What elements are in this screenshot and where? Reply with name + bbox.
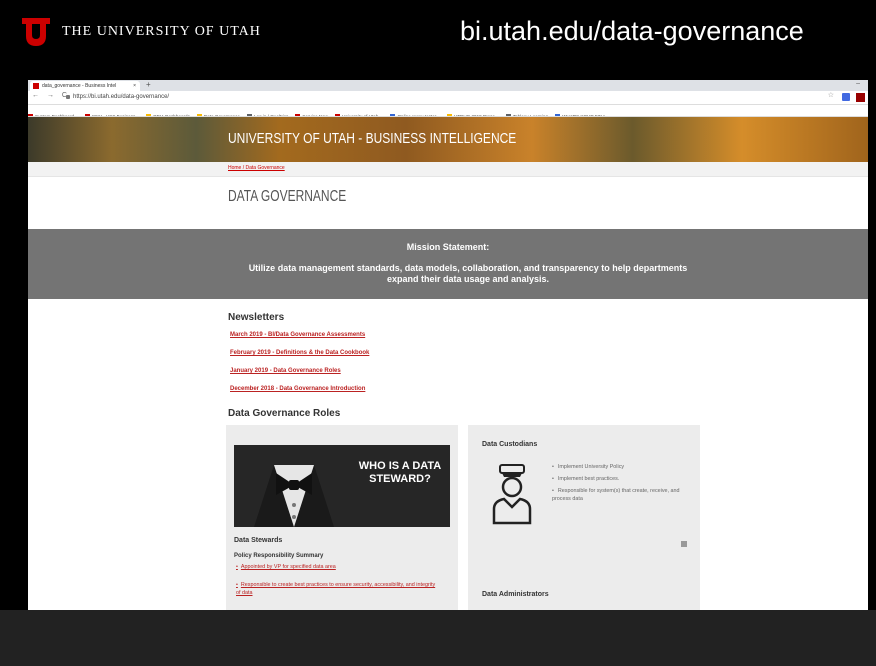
minimize-icon[interactable]: – [856,80,860,87]
custodian-bullet: Responsible for system(s) that create, r… [552,487,692,503]
newsletters-heading: Newsletters [228,312,285,323]
policy-heading: Policy Responsibility Summary [234,553,324,559]
stewards-heading: Data Stewards [234,537,283,544]
custodians-heading: Data Custodians [482,441,538,448]
browser-screenshot: data_governance - Business Intel × + – ←… [28,80,868,610]
steward-image-text: WHO IS A DATA STEWARD? [358,460,442,485]
custodian-bullet: Implement best practices. [552,475,692,483]
banner-title[interactable]: UNIVERSITY OF UTAH - BUSINESS INTELLIGEN… [228,130,516,147]
bookmark-star-icon[interactable]: ☆ [828,91,834,99]
slide-header: THE UNIVERSITY OF UTAH bi.utah.edu/data-… [0,0,876,70]
tab-bar: data_governance - Business Intel × + – [28,80,868,91]
administrators-heading: Data Administrators [482,591,549,598]
nav-buttons[interactable]: ← → C [32,92,70,99]
tab-title: data_governance - Business Intel [42,83,117,89]
url-input[interactable]: https://bi.utah.edu/data-governance/ [73,92,169,103]
breadcrumb-bar: Home / Data Governance [28,162,868,177]
university-logo-icon [22,18,50,46]
slide-url-title: bi.utah.edu/data-governance [460,16,804,46]
favicon-icon [33,83,39,89]
newsletter-link[interactable]: February 2019 - Definitions & the Data C… [230,350,369,356]
browser-tab[interactable]: data_governance - Business Intel × [30,81,140,91]
steward-resp-text[interactable]: Appointed by VP for specified data area [241,564,336,570]
custodian-bullet: Implement University Policy [552,463,692,471]
mission-heading: Mission Statement: [406,242,490,252]
breadcrumb[interactable]: Home / Data Governance [228,165,285,171]
data-custodians-card: Data Custodians Implement University Pol… [468,425,700,610]
newsletter-link[interactable]: January 2019 - Data Governance Roles [230,368,341,374]
scroll-handle[interactable] [681,541,687,547]
steward-resp-link[interactable]: • Appointed by VP for specified data area [236,563,436,571]
page-title: DATA GOVERNANCE [228,188,347,205]
steward-resp-link[interactable]: • Responsible to create best practices to… [236,581,436,597]
extension-icon[interactable] [842,93,850,101]
close-tab-icon[interactable]: × [133,81,136,91]
mission-text: Utilize data management standards, data … [248,263,688,284]
mission-statement: Mission Statement: Utilize data manageme… [28,229,868,299]
custodian-icon [492,464,532,525]
steward-image: WHO IS A DATA STEWARD? [234,445,450,527]
new-tab-button[interactable]: + [146,80,151,90]
steward-resp-text[interactable]: Responsible to create best practices to … [236,582,435,596]
site-banner: UNIVERSITY OF UTAH - BUSINESS INTELLIGEN… [28,117,868,162]
lock-icon [66,95,70,99]
roles-heading: Data Governance Roles [228,408,341,419]
bookmarks-bar: System Dashboard... WIKI - USS Business..… [28,105,868,117]
newsletter-link[interactable]: March 2019 - BI/Data Governance Assessme… [230,332,365,338]
slide-footer-band [0,610,876,666]
university-name: THE UNIVERSITY OF UTAH [62,24,261,39]
newsletter-link[interactable]: December 2018 - Data Governance Introduc… [230,386,365,392]
address-bar: ← → C https://bi.utah.edu/data-governanc… [28,91,868,105]
tuxedo-icon [254,465,334,527]
profile-icon[interactable] [856,93,865,102]
data-stewards-card: WHO IS A DATA STEWARD? Data Stewards Pol… [226,425,458,610]
